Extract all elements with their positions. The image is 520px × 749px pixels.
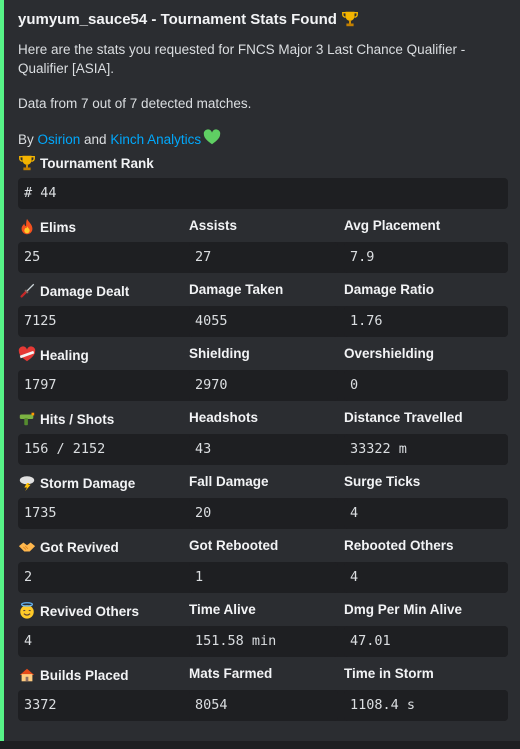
matches-detected-text: Data from 7 out of 7 detected matches. — [18, 96, 252, 111]
headshots-value: 43 — [189, 434, 338, 465]
avg-placement-value: 7.9 — [344, 242, 508, 273]
embed-title-text: yumyum_sauce54 - Tournament Stats Found — [18, 10, 337, 28]
credits-line: By Osirion and Kinch Analytics — [18, 129, 508, 149]
fall-damage-label: Fall Damage — [189, 474, 269, 489]
time-in-storm-value: 1108.4 s — [344, 690, 508, 721]
embed-description: Here are the stats you requested for FNC… — [18, 40, 508, 149]
description-line: Here are the stats you requested for FNC… — [18, 42, 466, 76]
time-alive-label: Time Alive — [189, 602, 256, 617]
mats-farmed-value: 8054 — [189, 690, 338, 721]
field-label-text: Damage Dealt — [40, 283, 130, 299]
storm-damage-label: Storm Damage — [18, 474, 135, 492]
field-label-text: Overshielding — [344, 346, 435, 361]
surge-ticks-label: Surge Ticks — [344, 474, 420, 489]
field-label-text: Shielding — [189, 346, 250, 361]
handshake-icon — [18, 538, 36, 556]
dmg-per-min-alive-label: Dmg Per Min Alive — [344, 602, 462, 617]
stats-embed: yumyum_sauce54 - Tournament Stats Found … — [0, 0, 516, 741]
overshielding-value: 0 — [344, 370, 508, 401]
revived-others-label: Revived Others — [18, 602, 139, 620]
field-label-text: Distance Travelled — [344, 410, 463, 425]
mats-farmed-label: Mats Farmed — [189, 666, 272, 681]
field-label-text: Surge Ticks — [344, 474, 421, 489]
halo-face-icon — [18, 602, 36, 620]
house-icon — [18, 666, 36, 684]
field-label-text: Avg Placement — [344, 218, 441, 233]
elims-label: Elims — [18, 218, 76, 236]
avg-placement-label: Avg Placement — [344, 218, 440, 233]
field-label-text: Got Rebooted — [189, 538, 279, 553]
assists-label: Assists — [189, 218, 237, 233]
green-heart-icon — [203, 129, 221, 147]
overshielding-label: Overshielding — [344, 346, 434, 361]
field-label-text: Mats Farmed — [189, 666, 273, 681]
fire-icon — [18, 218, 36, 236]
credits-prefix: By — [18, 132, 38, 147]
damage-taken-value: 4055 — [189, 306, 338, 337]
tournament-rank-label: Tournament Rank — [18, 154, 154, 172]
osirion-link[interactable]: Osirion — [38, 132, 81, 147]
healing-label: Healing — [18, 346, 89, 364]
builds-placed-label: Builds Placed — [18, 666, 129, 684]
field-label-text: Healing — [40, 347, 89, 363]
field-label-text: Damage Taken — [189, 282, 284, 297]
tournament-rank-value: # 44 — [18, 178, 508, 209]
field-label-text: Hits / Shots — [40, 411, 115, 427]
shielding-value: 2970 — [189, 370, 338, 401]
water-pistol-icon — [18, 410, 36, 428]
field-label-text: Rebooted Others — [344, 538, 454, 553]
damage-dealt-label: Damage Dealt — [18, 282, 129, 300]
trophy-icon — [18, 154, 36, 172]
damage-ratio-value: 1.76 — [344, 306, 508, 337]
hits-shots-label: Hits / Shots — [18, 410, 114, 428]
field-label-text: Elims — [40, 219, 77, 235]
field-label-text: Assists — [189, 218, 238, 233]
trophy-icon — [341, 10, 359, 28]
field-label-text: Tournament Rank — [40, 155, 154, 171]
time-alive-value: 151.58 min — [189, 626, 338, 657]
storm-cloud-icon — [18, 474, 36, 492]
damage-taken-label: Damage Taken — [189, 282, 283, 297]
surge-ticks-value: 4 — [344, 498, 508, 529]
field-label-text: Got Revived — [40, 539, 119, 555]
field-label-text: Time Alive — [189, 602, 256, 617]
got-revived-label: Got Revived — [18, 538, 119, 556]
time-in-storm-label: Time in Storm — [344, 666, 434, 681]
dmg-per-min-alive-value: 47.01 — [344, 626, 508, 657]
distance-travelled-label: Distance Travelled — [344, 410, 463, 425]
field-label-text: Time in Storm — [344, 666, 434, 681]
damage-ratio-label: Damage Ratio — [344, 282, 434, 297]
field-label-text: Headshots — [189, 410, 259, 425]
field-label-text: Revived Others — [40, 603, 140, 619]
kinch-analytics-link[interactable]: Kinch Analytics — [110, 132, 201, 147]
message-divider — [0, 741, 520, 749]
mending-heart-icon — [18, 346, 36, 364]
assists-value: 27 — [189, 242, 338, 273]
dagger-icon — [18, 282, 36, 300]
distance-travelled-value: 33322 m — [344, 434, 508, 465]
field-label-text: Damage Ratio — [344, 282, 435, 297]
got-rebooted-value: 1 — [189, 562, 338, 593]
got-rebooted-label: Got Rebooted — [189, 538, 278, 553]
rebooted-others-label: Rebooted Others — [344, 538, 454, 553]
field-label-text: Builds Placed — [40, 667, 129, 683]
headshots-label: Headshots — [189, 410, 258, 425]
credits-and: and — [80, 132, 111, 147]
embed-title: yumyum_sauce54 - Tournament Stats Found — [18, 10, 359, 28]
shielding-label: Shielding — [189, 346, 250, 361]
rebooted-others-value: 4 — [344, 562, 508, 593]
field-label-text: Fall Damage — [189, 474, 269, 489]
field-label-text: Storm Damage — [40, 475, 136, 491]
field-label-text: Dmg Per Min Alive — [344, 602, 463, 617]
fall-damage-value: 20 — [189, 498, 338, 529]
